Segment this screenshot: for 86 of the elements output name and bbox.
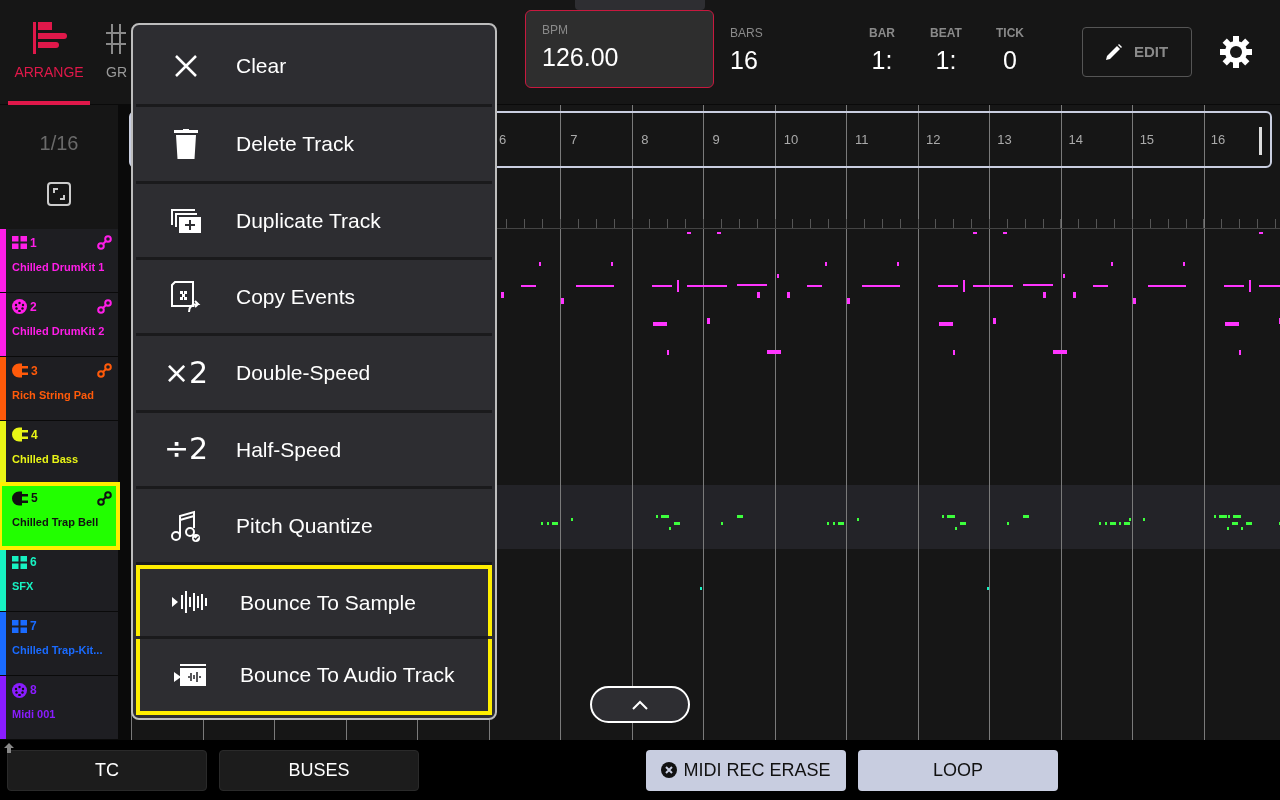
- plug-icon: [12, 490, 28, 506]
- trash-icon: [174, 129, 198, 159]
- menu-item[interactable]: Bounce To Audio Track: [136, 638, 492, 715]
- track-name: Chilled Trap Bell: [12, 515, 100, 531]
- bar-number: 15: [1139, 130, 1155, 149]
- footer-button[interactable]: TC: [7, 749, 207, 791]
- track-name: Chilled Bass: [12, 451, 80, 467]
- track-number: 3: [31, 362, 38, 380]
- bar-number: 16: [1210, 130, 1226, 149]
- grid-icon: [106, 22, 126, 56]
- track-header[interactable]: 5 Chilled Trap Bell: [0, 484, 118, 549]
- menu-item[interactable]: Copy Events: [136, 260, 492, 334]
- track-name: Rich String Pad: [12, 387, 95, 403]
- midi-port-icon: [12, 682, 27, 698]
- track-header[interactable]: 4 Chilled Bass: [0, 420, 118, 485]
- bars-value: 16: [730, 45, 759, 77]
- close-icon: [174, 54, 198, 79]
- bar-number: 10: [783, 130, 799, 149]
- track-header[interactable]: 3 Rich String Pad: [0, 356, 118, 421]
- track-header[interactable]: 1 Chilled DrumKit 1: [0, 228, 118, 293]
- position-value: 1:: [871, 45, 893, 77]
- track-number: 8: [30, 682, 37, 700]
- bar-number: 6: [498, 130, 507, 149]
- track-header[interactable]: 7 Chilled Trap-Kit...: [0, 612, 118, 677]
- track-name: Chilled Trap-Kit...: [12, 643, 104, 659]
- plug-icon: [12, 363, 28, 379]
- bar-number: 8: [641, 130, 649, 149]
- bar-number: 9: [712, 130, 720, 149]
- expand-icon[interactable]: [47, 181, 71, 206]
- pad-grid-icon: [12, 236, 27, 250]
- bar-number: 11: [854, 130, 869, 149]
- top-handle[interactable]: [575, 0, 705, 10]
- edit-button[interactable]: EDIT: [1082, 27, 1192, 77]
- audio-track-icon: [174, 663, 206, 686]
- bar-number: 13: [997, 130, 1012, 149]
- menu-item[interactable]: ÷2 Half-Speed: [136, 412, 492, 486]
- bar-number: 14: [1068, 130, 1083, 149]
- copy-events-icon: [170, 279, 202, 314]
- track-header[interactable]: 6 SFX: [0, 548, 118, 613]
- symbol-glyph: ÷2: [163, 434, 209, 465]
- menu-item[interactable]: Duplicate Track: [136, 183, 492, 257]
- track-number: 6: [30, 554, 37, 572]
- end-marker[interactable]: [1259, 127, 1262, 155]
- waveform-icon: [172, 591, 208, 614]
- chevron-up-icon: [632, 699, 648, 710]
- corner-arrow-icon[interactable]: [3, 742, 15, 754]
- track-number: 7: [30, 618, 37, 636]
- track-header[interactable]: 2 Chilled DrumKit 2: [0, 292, 118, 357]
- position-value: 0: [1003, 45, 1017, 77]
- track-name: Chilled DrumKit 1: [12, 259, 106, 275]
- footer-button[interactable]: BUSES: [219, 749, 419, 791]
- music-note-icon: [171, 509, 201, 542]
- view-tab[interactable]: GR: [106, 22, 128, 105]
- bar-number: 12: [926, 130, 941, 149]
- track-number: 1: [30, 234, 37, 252]
- pencil-icon: [1105, 44, 1122, 60]
- scroll-up-button[interactable]: [590, 686, 690, 723]
- bars-label: BARS: [730, 25, 764, 43]
- pad-grid-icon: [12, 619, 27, 633]
- position-label: TICK: [996, 25, 1024, 43]
- zoom-level: 1/16: [39, 130, 79, 156]
- footer-button[interactable]: MIDI REC ERASE: [646, 749, 846, 791]
- plug-icon: [12, 427, 28, 442]
- bar-number: 7: [570, 130, 578, 149]
- position-label: BEAT: [930, 25, 962, 43]
- pad-grid-icon: [12, 555, 27, 569]
- menu-item[interactable]: ×2 Double-Speed: [136, 336, 492, 410]
- track-name: Midi 001: [12, 707, 57, 723]
- track-number: 4: [31, 426, 38, 444]
- track-name: SFX: [12, 579, 35, 595]
- close-circle-icon: [661, 762, 678, 778]
- bpm-field[interactable]: BPM 126.00: [525, 10, 714, 88]
- track-name: Chilled DrumKit 2: [12, 323, 106, 339]
- position-value: 1:: [935, 45, 957, 77]
- track-number: 2: [30, 298, 37, 316]
- footer-button[interactable]: LOOP: [858, 749, 1058, 791]
- symbol-glyph: ×2: [163, 357, 209, 388]
- menu-item[interactable]: Delete Track: [136, 107, 492, 181]
- track-number: 5: [31, 490, 38, 508]
- menu-item[interactable]: Pitch Quantize: [136, 488, 492, 563]
- arrange-icon: [31, 22, 67, 56]
- midi-port-icon: [12, 299, 27, 315]
- settings-icon[interactable]: [1220, 36, 1252, 68]
- position-label: BAR: [869, 25, 895, 43]
- duplicate-icon: [171, 207, 201, 234]
- menu-item[interactable]: Clear: [136, 28, 492, 105]
